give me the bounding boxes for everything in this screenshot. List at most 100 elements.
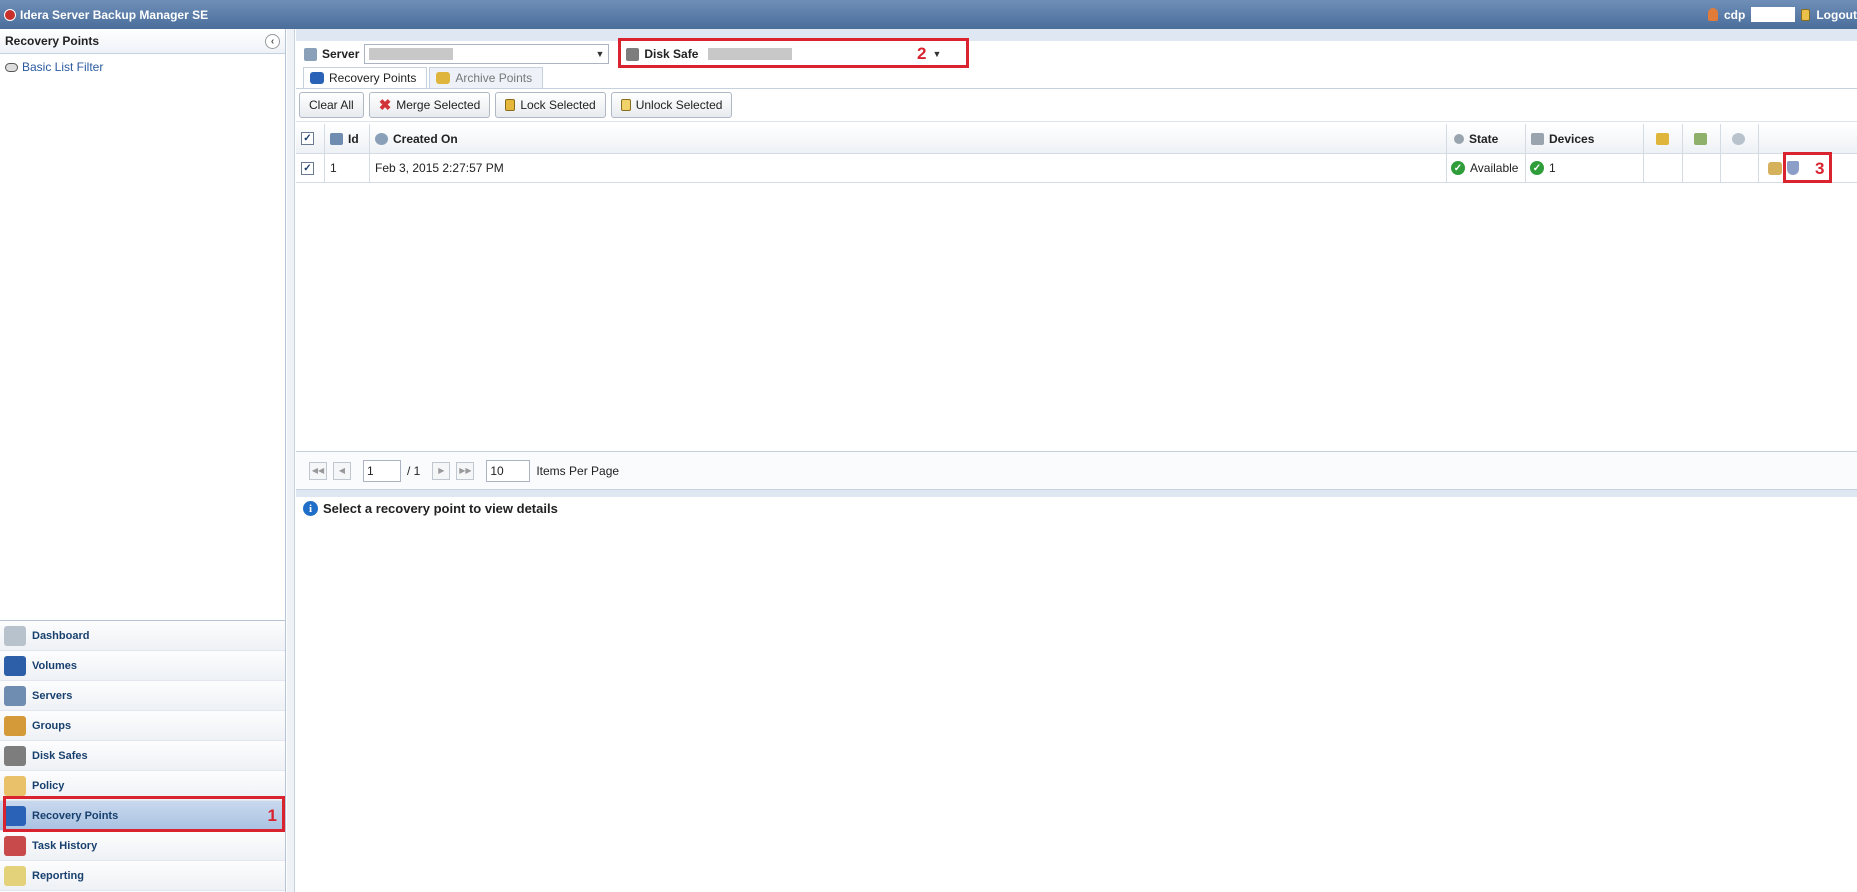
archive-points-icon: [436, 72, 451, 84]
callout-number: 1: [267, 805, 277, 825]
sidebar-item-groups[interactable]: Groups: [0, 711, 285, 741]
sidebar-item-servers[interactable]: Servers: [0, 681, 285, 711]
devices-value: 1: [1549, 161, 1556, 175]
sidebar-item-label: Groups: [32, 719, 72, 732]
servers-icon: [4, 685, 26, 706]
column-header-control-panel[interactable]: [1721, 124, 1759, 153]
archive-cell: [1644, 154, 1683, 182]
state-cell: ✓ Available: [1447, 154, 1526, 182]
recovery-points-icon: [4, 805, 26, 826]
tab-archive-points[interactable]: Archive Points: [429, 67, 544, 88]
row-checkbox[interactable]: ✓: [301, 161, 314, 175]
unlock-label: Unlock Selected: [635, 98, 723, 112]
sidebar-item-label: Volumes: [32, 659, 78, 672]
column-header-stack[interactable]: [1683, 124, 1721, 153]
select-all-checkbox[interactable]: ✓: [301, 132, 314, 145]
user-icon: [1708, 8, 1718, 21]
column-header-actions: [1759, 124, 1857, 153]
toolbar: Clear All ✖ Merge Selected Lock Selected…: [296, 89, 1857, 122]
check-circle-icon: ✓: [1530, 161, 1544, 175]
table-row[interactable]: ✓ 1 Feb 3, 2015 2:27:57 PM ✓ Available ✓…: [296, 152, 1857, 183]
dashboard-icon: [4, 625, 26, 646]
control-panel-cell: [1721, 154, 1759, 182]
task-history-icon: [4, 835, 26, 856]
row-select-cell: ✓: [296, 154, 325, 182]
id-header-label: Id: [348, 131, 359, 146]
lock-icon: [505, 99, 516, 111]
sidebar-item-task-history[interactable]: Task History: [0, 831, 285, 861]
server-selector: Server ▼: [304, 44, 610, 64]
clock-icon: [375, 132, 388, 145]
user-area: cdp Logout: [1708, 0, 1857, 29]
column-header-devices[interactable]: Devices: [1526, 124, 1644, 153]
sidebar-item-dashboard[interactable]: Dashboard: [0, 621, 285, 651]
browse-icon[interactable]: [1768, 162, 1782, 175]
top-strip: [296, 29, 1857, 41]
check-circle-icon: ✓: [1451, 161, 1465, 175]
merge-x-icon: ✖: [378, 97, 392, 114]
basic-list-filter-label[interactable]: Basic List Filter: [22, 60, 103, 74]
collapse-panel-button[interactable]: ‹: [265, 33, 280, 49]
disk-safe-icon: [626, 47, 640, 61]
app-header: Idera Server Backup Manager SE cdp Logou…: [0, 0, 1857, 29]
disk-safe-value-redacted: [708, 48, 793, 60]
disk-safe-dropdown-right: 2 ▼: [917, 44, 941, 64]
groups-icon: [4, 715, 26, 736]
chevron-down-icon[interactable]: ▼: [932, 49, 941, 59]
shield-icon[interactable]: [1787, 161, 1799, 175]
policy-icon: [4, 775, 26, 796]
id-column-icon: [330, 132, 343, 145]
prev-page-button[interactable]: ◀: [333, 461, 351, 480]
logout-icon[interactable]: [1801, 8, 1811, 21]
merge-selected-button[interactable]: ✖ Merge Selected: [368, 92, 491, 118]
details-message: Select a recovery point to view details: [323, 501, 558, 516]
left-panel-title: Recovery Points: [5, 34, 100, 48]
tab-recovery-points[interactable]: Recovery Points: [303, 67, 428, 88]
unlock-icon: [620, 99, 631, 111]
items-per-page-input[interactable]: 10: [486, 459, 531, 482]
disk-safe-icon: [4, 745, 26, 766]
id-cell: 1: [325, 154, 370, 182]
sidebar-item-recovery-points[interactable]: Recovery Points 1: [0, 801, 285, 831]
basic-list-filter[interactable]: Basic List Filter: [5, 60, 285, 74]
devices-header-label: Devices: [1549, 131, 1595, 146]
sidebar-item-volumes[interactable]: Volumes: [0, 651, 285, 681]
page-number-input[interactable]: 1: [363, 459, 401, 482]
unlock-selected-button[interactable]: Unlock Selected: [610, 92, 733, 118]
first-page-button[interactable]: ◀◀: [309, 461, 327, 480]
next-page-button[interactable]: ▶: [432, 461, 451, 480]
lock-selected-button[interactable]: Lock Selected: [495, 92, 606, 118]
chevron-down-icon[interactable]: ▼: [595, 49, 604, 59]
sidebar-item-label: Recovery Points: [32, 809, 119, 822]
sidebar-item-disk-safes[interactable]: Disk Safes: [0, 741, 285, 771]
state-value: Available: [1470, 161, 1519, 175]
state-header-label: State: [1469, 131, 1499, 146]
column-header-state[interactable]: State: [1447, 124, 1526, 153]
column-header-created[interactable]: Created On: [370, 124, 1447, 153]
selector-bar: Server ▼ Disk Safe 2 ▼: [296, 38, 1857, 68]
disk-safe-dropdown[interactable]: 2 ▼: [703, 44, 947, 64]
archive-icon: [1656, 132, 1669, 145]
server-dropdown[interactable]: ▼: [364, 44, 610, 64]
tab-bar: Recovery Points Archive Points: [296, 67, 1857, 89]
column-header-id[interactable]: Id: [325, 124, 370, 153]
sidebar-item-label: Servers: [32, 689, 73, 702]
devices-cell: ✓ 1: [1526, 154, 1644, 182]
sidebar-item-reporting[interactable]: Reporting: [0, 861, 285, 891]
pagination-bar: ◀◀ ◀ 1 / 1 ▶ ▶▶ 10 Items Per Page: [296, 451, 1857, 490]
left-panel-header: Recovery Points ‹: [0, 29, 285, 54]
logout-link[interactable]: Logout: [1816, 8, 1857, 22]
vertical-splitter[interactable]: [287, 29, 295, 892]
sidebar-item-label: Dashboard: [32, 629, 90, 642]
sidebar-item-policy[interactable]: Policy: [0, 771, 285, 801]
items-per-page-label: Items Per Page: [536, 463, 620, 478]
sidebar-item-label: Policy: [32, 779, 65, 792]
reporting-icon: [4, 865, 26, 886]
horizontal-splitter[interactable]: [296, 490, 1857, 497]
server-icon: [304, 47, 317, 61]
left-panel: Recovery Points ‹ Basic List Filter Dash…: [0, 29, 286, 892]
last-page-button[interactable]: ▶▶: [456, 461, 475, 480]
column-header-archive[interactable]: [1644, 124, 1683, 153]
username-redacted: [1751, 7, 1796, 22]
clear-all-button[interactable]: Clear All: [299, 92, 364, 118]
